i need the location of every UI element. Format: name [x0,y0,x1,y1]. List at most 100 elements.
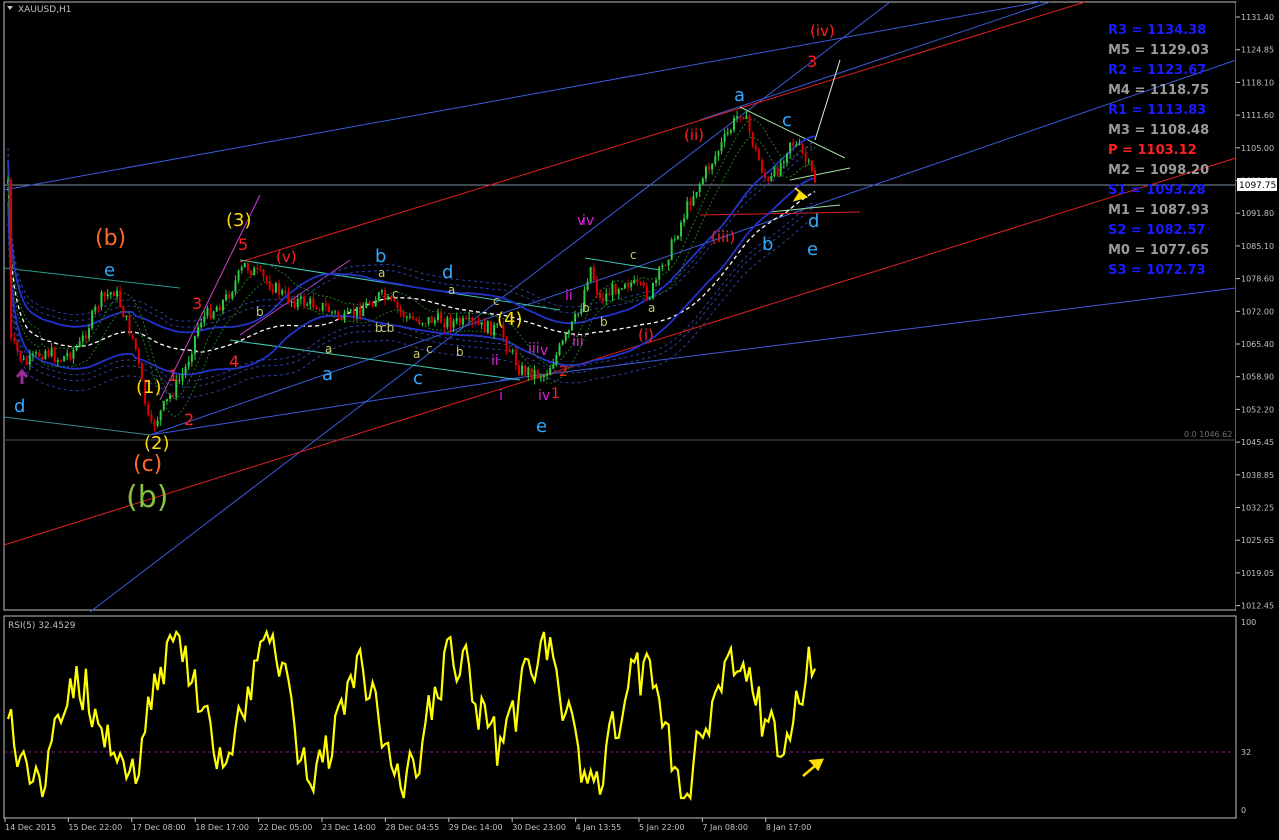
pivot-level-label: R3 = 1134.38 [1108,23,1206,38]
price-tick-label: 1111.60 [1241,111,1274,120]
wave-label: c [392,287,399,301]
candle-body [773,167,776,176]
candle-body [368,302,371,305]
price-tick-label: 1065.40 [1241,340,1274,349]
time-tick-label: 5 Jan 22:00 [639,823,685,832]
candle-body [240,267,243,271]
rsi-pane[interactable] [3,615,1237,819]
candle-body [810,160,813,171]
wave-label: a [322,364,333,385]
candle-body [452,321,455,328]
price-tick-label: 1058.90 [1241,373,1274,382]
candle-body [41,356,44,359]
candle-body [539,377,542,379]
price-tick-label: 1025.65 [1241,536,1274,545]
candle-body [564,333,567,341]
candle-body [527,368,530,376]
candle-body [119,290,122,307]
candle-body [782,162,785,164]
candle-body [514,350,517,366]
candle-body [552,364,555,369]
wave-label: b [375,246,386,267]
pivot-level-label: R2 = 1123.67 [1108,63,1206,78]
time-tick-label: 29 Dec 14:00 [449,823,503,832]
candle-body [343,312,346,321]
candle-body [28,355,31,365]
candle-body [776,167,779,176]
candle-body [243,262,246,268]
candle-body [134,338,137,350]
price-tick-label: 1091.80 [1241,209,1274,218]
candle-body [446,317,449,328]
candle-body [761,160,764,173]
candle-body [190,354,193,362]
candle-body [468,317,471,319]
time-tick-label: 7 Jan 08:00 [702,823,748,832]
candle-body [739,116,742,118]
candle-body [658,267,661,280]
candle-body [253,267,256,276]
time-tick-label: 28 Dec 04:55 [385,823,439,832]
candle-body [380,290,383,293]
candle-body [542,375,545,378]
candle-body [717,151,720,156]
candle-body [570,321,573,331]
candle-body [673,239,676,241]
candle-body [44,350,47,359]
wave-label: (i) [638,326,654,344]
candle-body [169,395,172,399]
candle-body [100,292,103,308]
candle-body [421,323,424,325]
time-tick-label: 30 Dec 23:00 [512,823,566,832]
candle-body [75,346,78,350]
candle-body [745,115,748,119]
candle-body [359,306,362,317]
wave-label: c [493,294,500,308]
candle-body [19,350,22,360]
candle-body [533,370,536,379]
candle-body [212,311,215,319]
candle-body [334,311,337,313]
candle-body [723,133,726,142]
wave-label: b [762,234,773,255]
candle-body [795,144,798,146]
candle-body [7,179,9,181]
candle-body [53,348,56,362]
candle-body [524,365,527,376]
candle-body [178,379,181,381]
wave-label: c [413,368,423,389]
wave-label: (v) [276,248,297,266]
rsi-indicator-label: RSI(5) 32.4529 [8,621,76,631]
candle-body [234,280,237,292]
wave-label: c [782,110,792,131]
candle-body [664,265,667,267]
candle-body [162,401,165,411]
candle-body [355,306,358,317]
wave-label: ii [491,353,499,369]
current-price-value: 1097.75 [1239,181,1276,191]
main-chart-pane[interactable] [3,1,1237,611]
trading-chart-window[interactable]: XAUUSD,H1 RSI(5) 32.4529 0.0 1046.62 (b)… [0,0,1279,840]
candle-body [116,290,119,297]
candle-body [642,282,645,286]
candle-body [184,366,187,374]
pivot-level-label: M4 = 1118.75 [1108,83,1209,98]
rsi-tick-label: 100 [1241,618,1256,627]
candle-body [408,316,411,318]
candle-body [630,283,633,287]
candle-body [711,163,714,170]
candle-body [337,311,340,317]
candle-body [287,291,290,303]
candle-body [228,294,231,299]
pivot-level-label: S2 = 1082.57 [1108,223,1206,238]
wave-label: b [600,315,608,329]
wave-label: 3 [192,294,202,313]
wave-label: iii [572,334,584,350]
candle-body [274,282,277,293]
candle-body [689,201,692,206]
price-scale[interactable] [1236,2,1279,610]
candle-body [94,306,97,312]
candle-body [22,358,25,360]
candle-body [720,141,723,152]
candle-body [203,315,206,323]
